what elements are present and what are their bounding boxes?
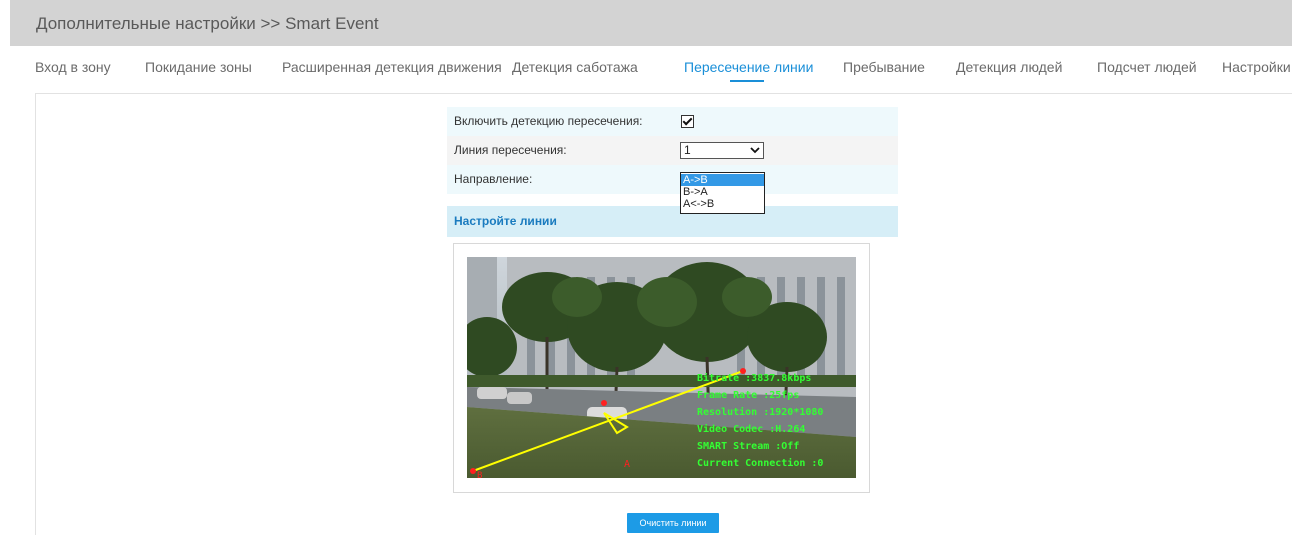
direction-label: Направление: [454,172,533,186]
enable-crossing-checkbox[interactable] [681,115,694,128]
direction-row: Направление: [447,165,898,194]
enable-crossing-label: Включить детекцию пересечения: [454,114,643,128]
osd-resolution: Resolution :1920*1080 [697,406,823,418]
enable-crossing-row: Включить детекцию пересечения: [447,107,898,136]
page-header: Дополнительные настройки >> Smart Event [10,0,1292,46]
page-title: Дополнительные настройки >> Smart Event [36,14,379,33]
osd-frame-rate: Frame Rate :25fps [697,390,799,401]
osd-current-connection: Current Connection :0 [697,457,823,469]
video-frame: A B Bitrate :3837.8kbps Frame Rate :25fp… [453,243,870,493]
camera-scene[interactable]: A B Bitrate :3837.8kbps Frame Rate :25fp… [467,257,856,478]
tab-tamper-detection[interactable]: Детекция саботажа [512,59,638,75]
content-divider [35,93,36,535]
osd-smart-stream: SMART Stream :Off [697,441,799,452]
osd-video-codec: Video Codec :H.264 [697,423,805,435]
direction-dropdown[interactable]: A->B B->A A<->B [680,172,765,214]
crossing-line-label: Линия пересечения: [454,143,567,157]
chevron-down-icon [750,147,760,154]
tab-human-detection[interactable]: Детекция людей [956,59,1062,75]
direction-option-a-b[interactable]: A->B [681,174,764,186]
point-b-label: B [477,471,482,478]
point-a-label: A [624,459,630,470]
direction-option-b-a[interactable]: B->A [681,186,764,198]
crossing-line-row: Линия пересечения: 1 [447,136,898,165]
content-divider [35,93,1292,94]
tab-loitering[interactable]: Пребывание [843,59,925,75]
clear-lines-button[interactable]: Очистить линии [627,513,719,533]
tab-bar: Вход в зону Покидание зоны Расширенная д… [0,46,1292,90]
tab-settings[interactable]: Настройки [1222,59,1291,75]
crossing-line-select[interactable]: 1 [680,142,764,159]
crossing-line-value: 1 [684,143,691,157]
tab-zone-exit[interactable]: Покидание зоны [145,59,252,75]
configure-lines-title: Настройте линии [454,214,557,228]
tab-zone-entry[interactable]: Вход в зону [35,59,111,75]
configure-lines-header: Настройте линии [447,206,898,237]
tab-line-crossing[interactable]: Пересечение линии [684,59,813,75]
tab-advanced-motion[interactable]: Расширенная детекция движения [282,59,502,75]
active-tab-indicator [730,80,764,82]
tab-people-counting[interactable]: Подсчет людей [1097,59,1197,75]
camera-preview[interactable]: A B Bitrate :3837.8kbps Frame Rate :25fp… [467,257,856,478]
direction-option-both[interactable]: A<->B [681,198,764,210]
osd-bitrate: Bitrate :3837.8kbps [697,372,811,384]
